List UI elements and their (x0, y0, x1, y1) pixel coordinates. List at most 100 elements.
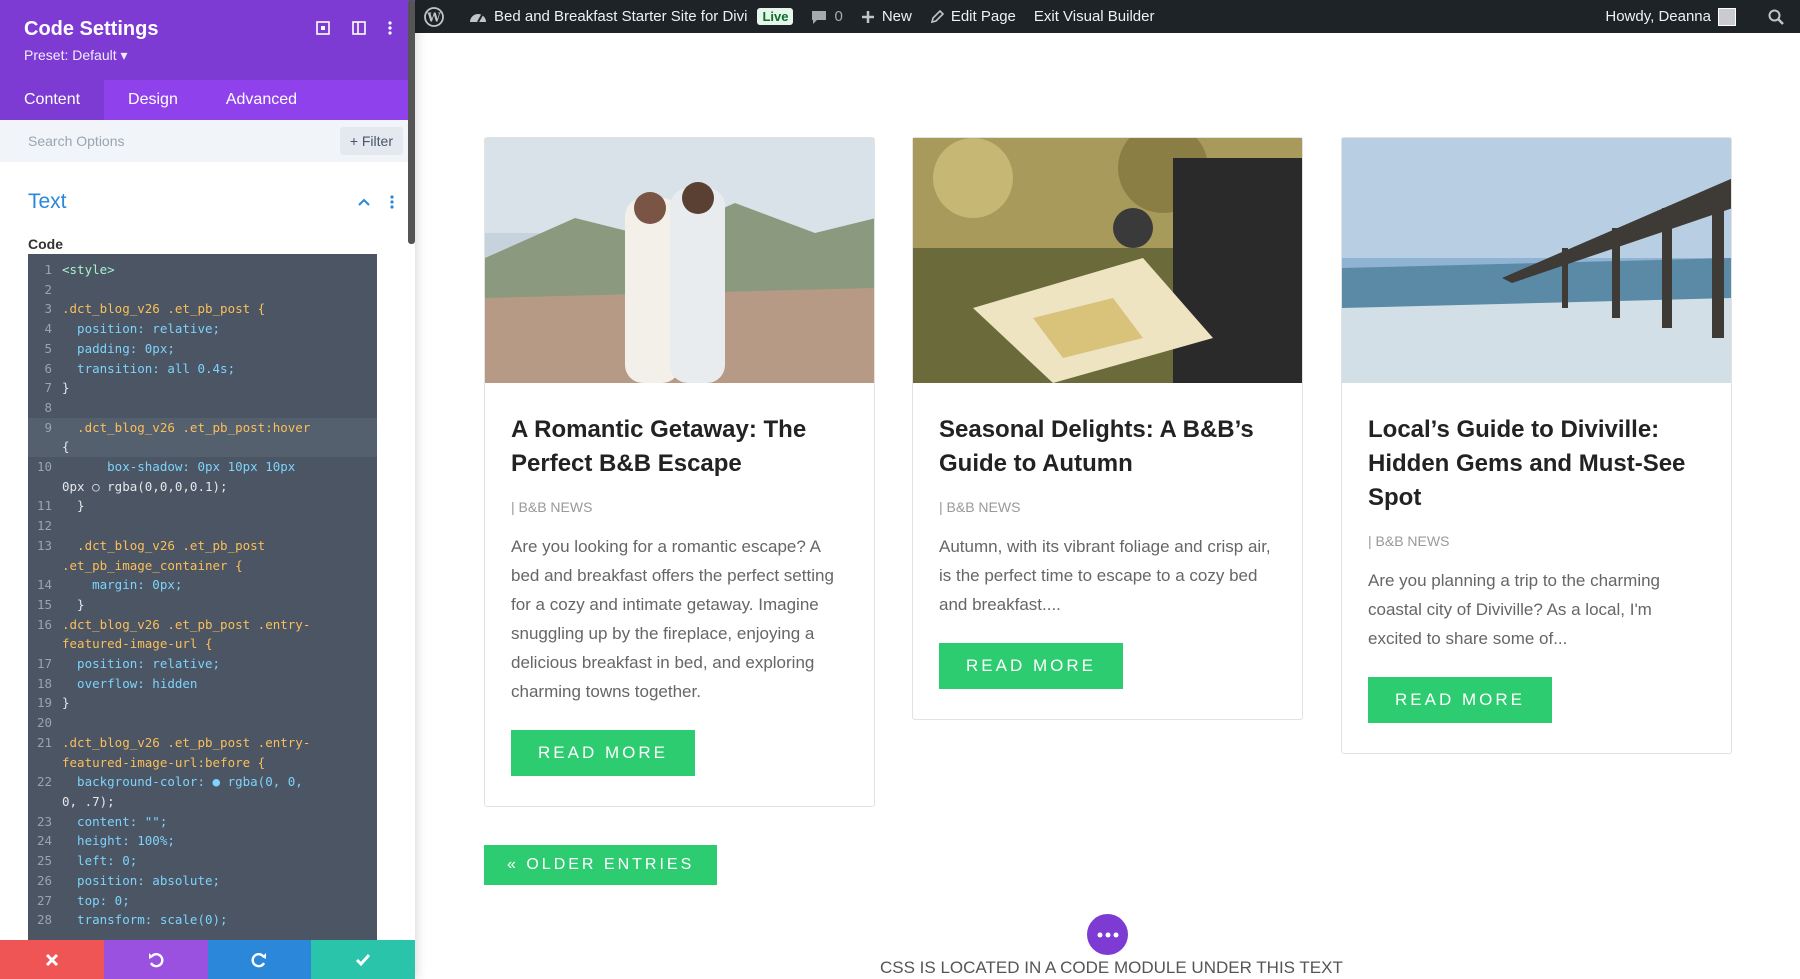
more-vertical-icon[interactable] (387, 20, 393, 36)
code-text: 0, .7); (62, 793, 115, 809)
search-options-input[interactable]: Search Options (28, 133, 340, 149)
code-text: content: ""; (62, 813, 168, 829)
admin-bar: W Bed and Breakfast Starter Site for Div… (415, 0, 1800, 33)
code-text: top: 0; (62, 892, 130, 908)
code-line: 13 .dct_blog_v26 .et_pb_post (28, 536, 377, 556)
new-content-link[interactable]: New (852, 0, 921, 33)
save-button[interactable] (311, 940, 415, 979)
code-line: 18 overflow: hidden (28, 674, 377, 694)
older-entries-button[interactable]: « OLDER ENTRIES (484, 845, 718, 885)
line-number: 2 (44, 281, 52, 297)
code-line: 8 (28, 398, 377, 418)
post-title[interactable]: Local’s Guide to Diviville: Hidden Gems … (1368, 413, 1705, 515)
post-title[interactable]: Seasonal Delights: A B&B’s Guide to Autu… (939, 413, 1276, 481)
post-category[interactable]: | B&B NEWS (1368, 533, 1705, 549)
more-vertical-icon[interactable] (389, 194, 395, 210)
text-section-header[interactable]: Text (0, 162, 415, 222)
code-text: padding: 0px; (62, 340, 175, 356)
line-number (28, 556, 62, 576)
search-icon[interactable] (1759, 0, 1800, 33)
site-name: Bed and Breakfast Starter Site for Divi (494, 8, 748, 25)
post-excerpt: Are you looking for a romantic escape? A… (511, 537, 834, 701)
wordpress-logo-icon[interactable]: W (415, 0, 460, 33)
line-number (28, 634, 62, 654)
code-line: 21 .dct_blog_v26 .et_pb_post .entry- (28, 733, 377, 753)
read-more-button[interactable]: READ MORE (511, 730, 695, 776)
line-number: 11 (36, 498, 52, 514)
code-line: 1 <style> (28, 260, 377, 280)
line-number: 14 (36, 577, 52, 593)
code-line: 11 } (28, 496, 377, 516)
filter-button[interactable]: + Filter (339, 127, 403, 155)
post-category[interactable]: | B&B NEWS (939, 499, 1276, 515)
split-view-icon[interactable] (351, 20, 367, 36)
line-number: 20 (36, 715, 52, 731)
line-number (28, 437, 62, 457)
line-number: 21 (36, 734, 52, 750)
code-line: 25 left: 0; (28, 851, 377, 871)
read-more-button[interactable]: READ MORE (1368, 677, 1552, 723)
code-line: 28 transform: scale(0); (28, 910, 377, 930)
line-number: 22 (36, 774, 52, 790)
code-line: 0, .7); (28, 792, 377, 812)
code-text: transition: all 0.4s; (62, 360, 236, 376)
code-text: .dct_blog_v26 .et_pb_post { (62, 301, 266, 317)
code-text: transform: scale(0); (62, 912, 228, 928)
line-number: 23 (36, 813, 52, 829)
account-menu[interactable]: Howdy, Deanna (1596, 0, 1759, 33)
code-text: background-color: ● rgba(0, 0, (62, 774, 303, 790)
line-number: 18 (36, 675, 52, 691)
more-dots-icon (1097, 932, 1118, 937)
redo-button[interactable] (207, 940, 312, 979)
post-category[interactable]: | B&B NEWS (511, 499, 848, 515)
panel-scrollbar[interactable] (408, 0, 415, 244)
post-featured-image[interactable] (913, 138, 1302, 383)
line-number: 26 (36, 872, 52, 888)
code-text: height: 100%; (62, 833, 175, 849)
code-line: 17 position: relative; (28, 654, 377, 674)
redo-icon (251, 952, 267, 967)
exit-visual-builder-link[interactable]: Exit Visual Builder (1025, 0, 1164, 33)
post-featured-image[interactable] (1342, 138, 1731, 383)
code-text: featured-image-url:before { (62, 754, 266, 770)
code-line: 19} (28, 693, 377, 713)
code-line: 20 (28, 713, 377, 733)
line-number: 9 (44, 419, 52, 435)
module-actions-button[interactable] (1087, 914, 1128, 955)
code-text: featured-image-url { (62, 636, 213, 652)
code-editor[interactable]: 1 <style> 2 3 .dct_blog_v26 .et_pb_post {4 p… (28, 254, 377, 940)
code-text: box-shadow: 0px 10px 10px (62, 459, 296, 475)
code-text: <style> (62, 262, 115, 277)
code-line: 24 height: 100%; (28, 831, 377, 851)
line-number: 7 (44, 380, 52, 396)
expand-icon[interactable] (315, 20, 331, 36)
code-line: featured-image-url:before { (28, 753, 377, 773)
check-icon (356, 953, 371, 966)
svg-text:W: W (426, 10, 441, 24)
chevron-up-icon[interactable] (357, 197, 371, 207)
tab-design[interactable]: Design (104, 80, 202, 120)
pencil-icon (930, 9, 944, 23)
preset-dropdown[interactable]: Preset: Default ▾ (24, 47, 391, 64)
post-title[interactable]: A Romantic Getaway: The Perfect B&B Esca… (511, 413, 848, 481)
avatar (1718, 7, 1736, 26)
edit-page-label: Edit Page (950, 8, 1016, 25)
comment-icon (812, 10, 827, 24)
line-number: 12 (36, 518, 52, 534)
undo-button[interactable] (103, 940, 208, 979)
tab-content[interactable]: Content (0, 80, 105, 120)
live-badge: Live (757, 8, 794, 25)
code-text: position: relative; (62, 656, 221, 672)
tab-advanced[interactable]: Advanced (202, 80, 321, 120)
panel-header[interactable]: Code Settings Preset: Default ▾ (0, 0, 415, 80)
post-featured-image[interactable] (485, 138, 874, 383)
blog-post-card: Seasonal Delights: A B&B’s Guide to Autu… (912, 137, 1303, 720)
site-name-link[interactable]: Bed and Breakfast Starter Site for Divi … (460, 0, 802, 33)
comments-count: 0 (834, 8, 843, 25)
read-more-button[interactable]: READ MORE (939, 643, 1123, 689)
comments-link[interactable]: 0 (802, 0, 851, 33)
edit-page-link[interactable]: Edit Page (921, 0, 1025, 33)
line-number: 13 (36, 537, 52, 553)
cancel-button[interactable] (0, 940, 104, 979)
line-number: 24 (36, 833, 52, 849)
